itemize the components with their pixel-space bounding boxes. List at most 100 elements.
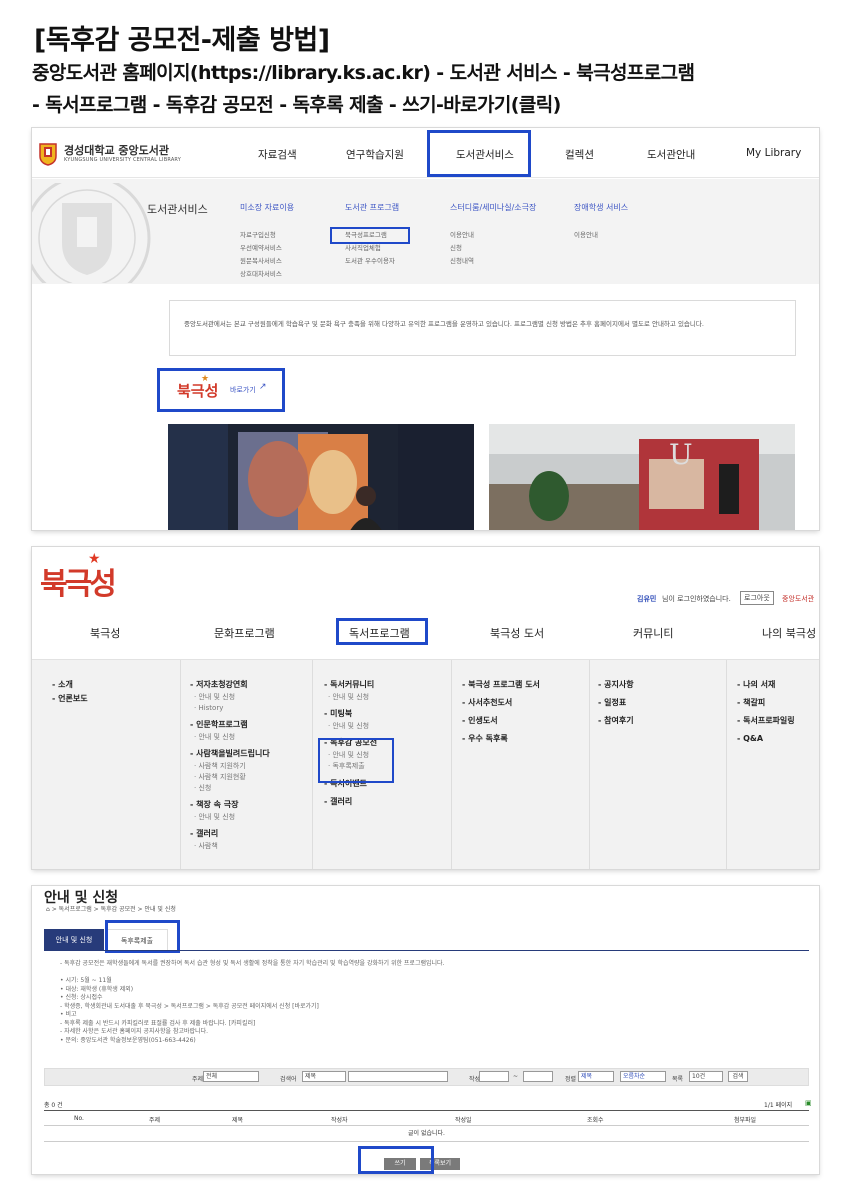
library-logo-text[interactable]: 경성대학교 중앙도서관: [64, 142, 169, 158]
menu-link-essay-contest[interactable]: - 독후감 공모전: [324, 736, 377, 750]
menu-link[interactable]: - 책갈피: [737, 696, 795, 710]
menu-sublink-submit-review[interactable]: · 독후록제출: [324, 761, 377, 772]
menu-my-bukgeukseong[interactable]: 나의 북극성: [762, 625, 816, 641]
total-count: 총 0 건: [44, 1102, 63, 1109]
menu-sublink[interactable]: · 신청: [190, 783, 270, 794]
menu-link[interactable]: - 미팅북: [324, 707, 377, 721]
excel-icon[interactable]: ▣: [805, 1099, 812, 1107]
subject-label: 주제: [192, 1076, 204, 1083]
sort-order-select[interactable]: 오름차순: [620, 1071, 666, 1082]
menu-sublink[interactable]: · 안내 및 신청: [324, 692, 377, 703]
category-study-rooms[interactable]: 스터디룸/세미나실/소극장: [450, 202, 536, 213]
menu-link[interactable]: - 인생도서: [462, 714, 540, 728]
list-count-select[interactable]: 10건: [689, 1071, 723, 1082]
menu-item[interactable]: 신청: [450, 242, 462, 255]
menu-link[interactable]: - 저자초청강연회: [190, 678, 270, 692]
library-logo-subtext: KYUNGSUNG UNIVERSITY CENTRAL LIBRARY: [64, 157, 182, 163]
nav-item-guide[interactable]: 도서관안내: [647, 147, 695, 162]
menu-link[interactable]: - 독서프로파일링: [737, 714, 795, 728]
menu-link[interactable]: - 나의 서재: [737, 678, 795, 692]
category-library-program[interactable]: 도서관 프로그램: [345, 202, 399, 213]
menu-item[interactable]: 자료구입신청: [240, 229, 276, 242]
menu-link[interactable]: - 참여후기: [598, 714, 634, 728]
empty-table-message: 글이 없습니다.: [44, 1126, 809, 1142]
date-to-input[interactable]: [523, 1071, 553, 1082]
write-button[interactable]: 쓰기: [384, 1158, 416, 1170]
menu-link[interactable]: - 사서추천도서: [462, 696, 540, 710]
menu-item[interactable]: 원문복사서비스: [240, 255, 282, 268]
col-title: 제목: [232, 1117, 244, 1124]
menu-sublink[interactable]: · 사람책 지원현황: [190, 772, 270, 783]
menu-community[interactable]: 커뮤니티: [633, 625, 673, 641]
tab-submit-review[interactable]: 독후록제출: [106, 929, 168, 951]
list-view-button[interactable]: 목록보기: [420, 1158, 460, 1170]
menu-item[interactable]: 이용안내: [574, 229, 598, 242]
menu-item-bukgeukseong-program[interactable]: 북극성프로그램: [345, 229, 387, 242]
menu-link[interactable]: - 독서커뮤니티: [324, 678, 377, 692]
category-disabled-student-services[interactable]: 장애학생 서비스: [574, 202, 628, 213]
menu-link[interactable]: - 일정표: [598, 696, 634, 710]
nav-item-research[interactable]: 연구학습지원: [346, 147, 404, 162]
login-status: 님이 로그인하였습니다.: [662, 595, 731, 603]
nav-item-collection[interactable]: 컬렉션: [565, 147, 594, 162]
university-seal-watermark-icon: [32, 183, 151, 283]
menu-item[interactable]: 사서직업체험: [345, 242, 381, 255]
menu-link[interactable]: - 우수 독후록: [462, 732, 540, 746]
sort-field-select[interactable]: 제목: [578, 1071, 614, 1082]
menu-sublink[interactable]: · 사람책: [190, 841, 270, 852]
keyword-input[interactable]: [348, 1071, 448, 1082]
bukgeukseong-shortcut-button[interactable]: 북극성 ★ 바로가기 ↗: [157, 368, 285, 412]
menu-column-intro: - 소개 - 언론보도: [52, 678, 88, 706]
tab-guide[interactable]: 안내 및 신청: [44, 929, 104, 951]
menu-link[interactable]: - 독서이벤트: [324, 777, 377, 791]
menu-item[interactable]: 상호대차서비스: [240, 268, 282, 281]
menu-link[interactable]: - 공지사항: [598, 678, 634, 692]
list-count-label: 목록: [672, 1076, 684, 1083]
table-header: No. 주제 제목 작성자 작성일 조회수 첨부파일: [44, 1110, 809, 1126]
menu-bukgeukseong-books[interactable]: 북극성 도서: [490, 625, 544, 641]
menu-column-culture: - 저자초청강연회 · 안내 및 신청 · History - 인문학프로그램 …: [190, 678, 270, 852]
menu-sublink[interactable]: · 안내 및 신청: [190, 732, 270, 743]
nav-item-library-services[interactable]: 도서관서비스: [456, 147, 514, 162]
menu-item[interactable]: 이용안내: [450, 229, 474, 242]
tab-divider: [44, 950, 809, 951]
subject-select[interactable]: 전체: [203, 1071, 259, 1082]
keyword-type-select[interactable]: 제목: [302, 1071, 346, 1082]
menu-link[interactable]: - 소개: [52, 678, 88, 692]
menu-link[interactable]: - 인문학프로그램: [190, 718, 270, 732]
star-icon: ★: [201, 374, 210, 384]
menu-sublink[interactable]: · 안내 및 신청: [324, 750, 377, 761]
search-button[interactable]: 검색: [728, 1071, 748, 1082]
menu-link[interactable]: - 책장 속 극장: [190, 798, 270, 812]
menu-link[interactable]: - 갤러리: [190, 827, 270, 841]
col-date: 작성일: [455, 1117, 472, 1124]
menu-sublink[interactable]: · 안내 및 신청: [324, 721, 377, 732]
menu-link[interactable]: - Q&A: [737, 732, 795, 746]
category-unowned-materials[interactable]: 미소장 자료이용: [240, 202, 294, 213]
menu-link[interactable]: - 언론보도: [52, 692, 88, 706]
bukgeukseong-brand[interactable]: 북극성 ★: [38, 551, 117, 602]
date-from-input[interactable]: [479, 1071, 509, 1082]
col-no: No.: [74, 1115, 84, 1122]
menu-item[interactable]: 우선예약서비스: [240, 242, 282, 255]
menu-culture-program[interactable]: 문화프로그램: [214, 625, 275, 641]
menu-bukgeukseong[interactable]: 북극성: [90, 625, 120, 641]
menu-item[interactable]: 도서관 우수이용자: [345, 255, 395, 268]
menu-sublink[interactable]: · History: [190, 703, 270, 714]
menu-reading-program[interactable]: 독서프로그램: [349, 625, 410, 641]
menu-link[interactable]: - 북극성 프로그램 도서: [462, 678, 540, 692]
instruction-line-1: 중앙도서관 홈페이지(https://library.ks.ac.kr) - 도…: [32, 62, 695, 84]
col-attachment: 첨부파일: [734, 1117, 757, 1124]
menu-sublink[interactable]: · 안내 및 신청: [190, 692, 270, 703]
central-library-link[interactable]: 중앙도서관: [782, 594, 814, 604]
nav-item-my-library[interactable]: My Library: [746, 147, 801, 159]
program-notice-text: 중앙도서관에서는 본교 구성원들에게 학습욕구 및 문화 욕구 충족을 위해 다…: [184, 320, 704, 328]
nav-item-search[interactable]: 자료검색: [258, 147, 297, 162]
shortcut-label: 바로가기: [230, 386, 256, 394]
menu-link[interactable]: - 갤러리: [324, 795, 377, 809]
menu-link[interactable]: - 사람책을빌려드립니다: [190, 747, 270, 761]
menu-sublink[interactable]: · 안내 및 신청: [190, 812, 270, 823]
logout-button[interactable]: 로그아웃: [740, 591, 774, 605]
menu-sublink[interactable]: · 사람책 지원하기: [190, 761, 270, 772]
menu-item[interactable]: 신청내역: [450, 255, 474, 268]
